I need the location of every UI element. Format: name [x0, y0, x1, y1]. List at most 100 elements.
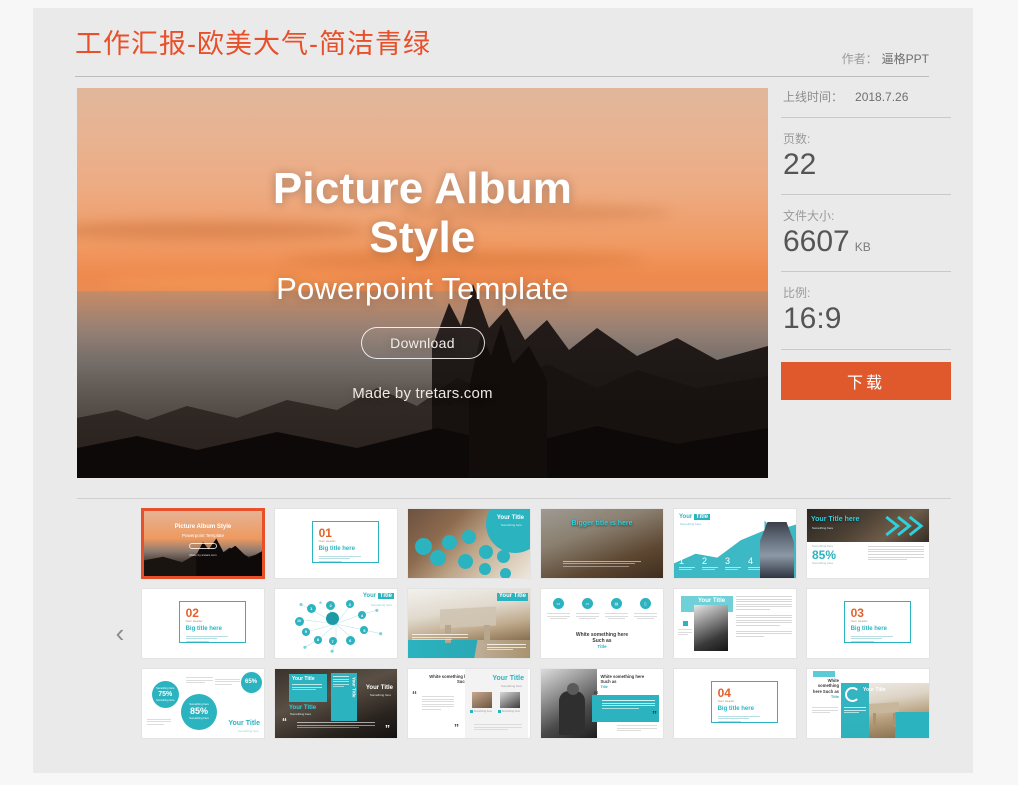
upload-time-value: 2018.7.26 [855, 90, 909, 104]
thumbnail-item-4[interactable]: Bigger title is here [540, 508, 664, 579]
node-number: 10 [294, 616, 304, 626]
filesize-value: 6607 [783, 225, 850, 259]
thumbnail-item-18[interactable]: White something here Such as Title Your … [806, 668, 930, 739]
detail-panel: 工作汇报-欧美大气-简洁青绿 作者： 逼格PPT Picture Album St… [33, 8, 973, 773]
meta-divider [781, 348, 951, 350]
header-divider [75, 76, 929, 77]
node-number: 4 [357, 611, 366, 620]
monitor-icon: ▭ [553, 598, 564, 609]
node-number: 1 [306, 604, 316, 614]
thumbnail-carousel: ‹ › Picture Album Style Powerpoint Templ… [77, 508, 951, 739]
thumbnail-item-5[interactable]: Your Title Something here 1 2 3 4 [673, 508, 797, 579]
laptop-icon: ▭ [582, 598, 593, 609]
step-number: 2 [702, 555, 708, 566]
filesize-unit: KB [854, 240, 871, 255]
thumbnail-item-15[interactable]: White something here Such as Title “ ” Y… [407, 668, 531, 739]
upload-time-label: 上线时间： [783, 90, 844, 104]
thumbnail-item-13[interactable]: Something here 75% Something here Someth… [141, 668, 265, 739]
meta-upload-time: 上线时间： 2018.7.26 [781, 88, 951, 117]
headline-3: Title [597, 644, 607, 650]
thumbnail-item-14[interactable]: Your Title Your Title Your Title Somethi… [274, 668, 398, 739]
card-icon: ▤ [611, 598, 622, 609]
thumbnail-section-divider [77, 498, 951, 499]
number-card: 03 Num Header Big title here [843, 601, 911, 643]
number-card: 01 Num Header Big title here [311, 521, 379, 563]
pages-label: 页数: [783, 132, 811, 146]
page-title: 工作汇报-欧美大气-简洁青绿 [75, 29, 431, 59]
meta-divider [781, 117, 951, 118]
meta-sidebar: 上线时间： 2018.7.26 页数: 22 文件大小: 6607 KB 比例: 1… [781, 88, 951, 400]
carousel-prev-icon[interactable]: ‹ [107, 618, 133, 648]
thumb-subtitle: Something here [680, 522, 702, 526]
thumbnail-item-16[interactable]: White something here Such as Title “ ” [540, 668, 664, 739]
percent-value: 75% [158, 690, 173, 698]
stat-value: 85% [812, 547, 837, 562]
author-name[interactable]: 逼格PPT [882, 52, 929, 66]
preview-subtitle: Powerpoint Template [276, 270, 569, 306]
thumb-title: Your Title [492, 675, 524, 682]
thumbnail-item-11[interactable]: Your Title Something here [673, 588, 797, 659]
author-block: 作者： 逼格PPT [842, 50, 929, 67]
thumbnail-item-6[interactable]: Your Title here Something here Something… [806, 508, 930, 579]
thumbnail-item-7[interactable]: 02 Num Header Big title here [141, 588, 265, 659]
thumbnail-item-2[interactable]: 01 Num Header Big title here [274, 508, 398, 579]
meta-filesize: 文件大小: 6607 KB [781, 207, 951, 271]
download-button[interactable]: 下载 [781, 361, 951, 400]
thumbnail-item-10[interactable]: ▭ ▭ ▤ ▯ White something here Such as Tit… [540, 588, 664, 659]
card-number: 02 [185, 606, 199, 621]
thumb-title: Your Title [863, 687, 886, 693]
node-number: 7 [328, 637, 337, 646]
thumbnail-grid: Picture Album Style Powerpoint Template … [141, 508, 951, 739]
thumb-subtitle: Something here [370, 603, 392, 607]
node-number: 6 [345, 635, 355, 645]
meta-divider [781, 271, 951, 273]
thumb-cover-art: Picture Album Style Powerpoint Template … [144, 511, 262, 576]
thumb-title: Your Title [362, 593, 394, 599]
headline-3: Title [600, 684, 608, 689]
meta-ratio: 比例: 16:9 [781, 284, 951, 348]
thumbnail-item-9[interactable]: Your Title [407, 588, 531, 659]
card-number: 03 [850, 606, 864, 621]
preview-image[interactable]: Picture Album Style Powerpoint Template … [77, 88, 768, 478]
thumb-title-prefix: Your [679, 514, 694, 520]
thumb-title: Picture Album Style [174, 524, 232, 530]
thumbnail-item-8[interactable]: 1 2 3 4 5 6 7 8 9 10 Your Title Somethin… [274, 588, 398, 659]
thumb-title: Bigger title is here [571, 520, 633, 528]
card-kicker: Num Header [717, 699, 735, 704]
node-number: 8 [314, 635, 323, 644]
thumbnail-item-3[interactable]: Your Title Something here [407, 508, 531, 579]
pages-value: 22 [783, 148, 817, 181]
node-number: 9 [301, 627, 310, 636]
meta-pages: 页数: 22 [781, 130, 951, 194]
card-number: 01 [318, 526, 332, 541]
thumb-title: Your Title [496, 515, 524, 521]
preview-title-line1: Picture Album [272, 164, 573, 213]
number-card: 04 Num Header Big title here [710, 681, 778, 723]
page-header: 工作汇报-欧美大气-简洁青绿 作者： 逼格PPT [75, 24, 929, 67]
preview-text-overlay: Picture Album Style Powerpoint Template … [77, 88, 768, 478]
thumb-credit: Made by tretars.com [189, 552, 217, 557]
thumbnail-item-12[interactable]: 03 Num Header Big title here [806, 588, 930, 659]
node-number: 3 [345, 600, 354, 609]
card-title: Big title here [318, 546, 355, 553]
preview-download-button[interactable]: Download [360, 326, 485, 359]
thumb-title: Your Title [228, 720, 260, 728]
thumb-subtitle: Something here [500, 523, 522, 527]
ratio-value: 16:9 [783, 302, 842, 336]
card-title: Big title here [850, 626, 887, 633]
number-card: 02 Num Header Big title here [178, 601, 246, 643]
thumb-title: Your Title [496, 593, 528, 601]
ratio-label: 比例: [783, 286, 811, 301]
thumb-subtitle: Powerpoint Template [182, 533, 224, 539]
card-kicker: Num Header [850, 619, 868, 624]
thumb-title-highlight: Title [693, 514, 711, 520]
step-number: 3 [725, 555, 731, 566]
phone-icon: ▯ [640, 598, 651, 609]
author-label: 作者： [841, 52, 878, 66]
card-title: Big title here [717, 706, 754, 713]
thumbnail-item-17[interactable]: 04 Num Header Big title here [673, 668, 797, 739]
meta-divider [781, 194, 951, 196]
thumb-title: Your Title [292, 676, 315, 682]
card-number: 04 [717, 686, 731, 701]
thumbnail-item-1[interactable]: Picture Album Style Powerpoint Template … [141, 508, 265, 579]
